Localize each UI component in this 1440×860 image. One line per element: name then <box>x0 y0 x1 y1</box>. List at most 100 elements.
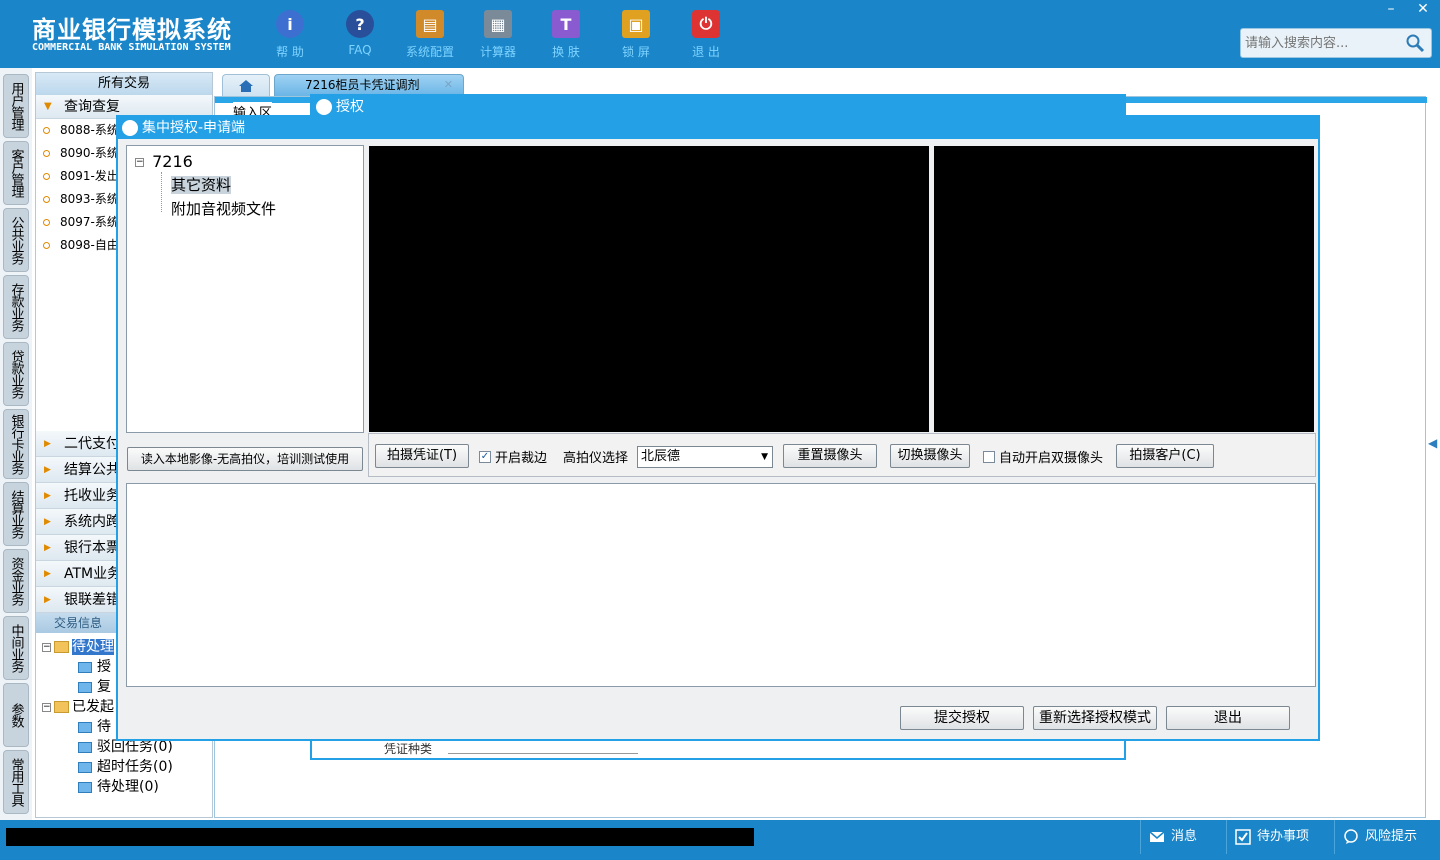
central-authorization-modal: 集中授权-申请端 − 7216 其它资料 附加音视频文件 读入本地影像-无高拍仪… <box>116 115 1320 741</box>
scanner-select[interactable]: 北辰德 ▼ <box>637 446 773 468</box>
circle-icon <box>43 127 50 134</box>
app-title: 商业银行模拟系统 <box>32 16 232 44</box>
all-transactions-header[interactable]: 所有交易 <box>36 73 212 95</box>
info-icon: i <box>276 10 304 38</box>
minimize-button[interactable]: – <box>1376 0 1406 20</box>
tree-item-other-materials[interactable]: 其它资料 <box>171 174 232 195</box>
exit-modal-button[interactable]: 退出 <box>1166 706 1290 730</box>
status-bar: 消息 待办事项 风险提示 <box>0 820 1440 860</box>
folder-icon <box>54 641 69 653</box>
document-tree: − 7216 其它资料 附加音视频文件 <box>126 145 364 433</box>
task-icon <box>78 721 92 733</box>
reselect-mode-button[interactable]: 重新选择授权模式 <box>1033 706 1157 730</box>
tree-item[interactable]: 超时任务(0) <box>42 757 212 777</box>
chevron-down-icon: ▼ <box>761 452 768 462</box>
vtab-loan[interactable]: 贷款业务 <box>3 342 29 406</box>
vtab-settlement[interactable]: 结算业务 <box>3 482 29 546</box>
modal-title: 集中授权-申请端 <box>118 117 1318 139</box>
close-window-button[interactable]: ✕ <box>1408 0 1438 20</box>
toolbox-icon: ▤ <box>416 10 444 38</box>
chevron-right-icon: ▶ <box>44 517 51 527</box>
camera-preview-secondary <box>934 146 1314 432</box>
system-config-button[interactable]: ▤ 系统配置 <box>400 6 460 64</box>
vtab-parameters[interactable]: 参数 <box>3 683 29 747</box>
power-icon: ⏻ <box>692 10 720 38</box>
chevron-right-icon: ▶ <box>44 465 51 475</box>
tab-home[interactable] <box>222 74 270 96</box>
exit-button[interactable]: ⏻ 退 出 <box>676 6 736 64</box>
vertical-tab-bar: 用户管理 客户管理 公共业务 存款业务 贷款业务 银行卡业务 结算业务 资金业务… <box>0 68 32 820</box>
app-icon <box>316 99 332 115</box>
tree-root[interactable]: − 7216 <box>135 152 193 171</box>
chevron-down-icon: ▼ <box>44 101 52 112</box>
load-local-image-button[interactable]: 读入本地影像-无高拍仪，培训测试使用 <box>127 447 363 471</box>
lock-icon: ▣ <box>622 10 650 38</box>
vtab-deposit[interactable]: 存款业务 <box>3 275 29 339</box>
submit-authorization-button[interactable]: 提交授权 <box>900 706 1024 730</box>
circle-icon <box>43 219 50 226</box>
task-icon <box>78 741 92 753</box>
chat-bubble-icon <box>1344 829 1358 844</box>
search-box <box>1240 28 1432 58</box>
question-icon: ? <box>346 10 374 38</box>
todo-button[interactable]: 待办事项 <box>1226 820 1326 854</box>
vtab-bank-card[interactable]: 银行卡业务 <box>3 409 29 479</box>
vtab-customer-management[interactable]: 客户管理 <box>3 141 29 205</box>
mail-icon <box>1149 831 1165 842</box>
voucher-type-select[interactable] <box>448 740 638 754</box>
chevron-right-icon: ▶ <box>44 569 51 579</box>
task-icon <box>78 681 92 693</box>
collapse-icon[interactable]: − <box>42 642 51 652</box>
home-icon <box>239 80 253 92</box>
search-icon[interactable] <box>1405 33 1425 53</box>
task-icon <box>78 661 92 673</box>
chevron-right-icon: ▶ <box>44 439 51 449</box>
task-icon <box>78 781 92 793</box>
skin-button[interactable]: T 换 肤 <box>536 6 596 64</box>
folder-icon <box>54 701 69 713</box>
chevron-right-icon: ▶ <box>44 595 51 605</box>
checkbox-icon <box>1235 829 1251 845</box>
circle-icon <box>43 242 50 249</box>
messages-button[interactable]: 消息 <box>1140 820 1230 854</box>
tree-item-av-files[interactable]: 附加音视频文件 <box>171 198 276 219</box>
risk-alert-button[interactable]: 风险提示 <box>1334 820 1434 854</box>
vtab-intermediary[interactable]: 中间业务 <box>3 616 29 680</box>
auto-dual-camera-label: 自动开启双摄像头 <box>999 451 1104 466</box>
tab-7216[interactable]: 7216柜员卡凭证调剂 ✕ <box>274 74 464 96</box>
collapse-icon[interactable]: − <box>135 158 144 167</box>
auto-dual-camera-checkbox[interactable] <box>983 451 995 463</box>
auto-crop-label: 开启裁边 <box>495 451 548 466</box>
vtab-treasury[interactable]: 资金业务 <box>3 549 29 613</box>
shirt-icon: T <box>552 10 580 38</box>
close-icon[interactable]: ✕ <box>444 75 453 95</box>
vtab-common-tools[interactable]: 常用工具 <box>3 750 29 814</box>
scanner-label: 高拍仪选择 <box>563 451 629 466</box>
vtab-public-business[interactable]: 公共业务 <box>3 208 29 272</box>
reset-camera-button[interactable]: 重置摄像头 <box>783 444 877 468</box>
search-input[interactable] <box>1241 29 1401 57</box>
switch-camera-button[interactable]: 切换摄像头 <box>890 444 970 468</box>
lock-screen-button[interactable]: ▣ 锁 屏 <box>606 6 666 64</box>
app-header: 商业银行模拟系统 COMMERCIAL BANK SIMULATION SYST… <box>0 0 1440 68</box>
calculator-icon: ▦ <box>484 10 512 38</box>
camera-control-bar: 拍摄凭证(T) ✓ 开启裁边 高拍仪选择 北辰德 ▼ 重置摄像头 切换摄像头 自… <box>368 433 1316 477</box>
circle-icon <box>43 173 50 180</box>
tree-item[interactable]: 待处理(0) <box>42 777 212 797</box>
auto-crop-checkbox[interactable]: ✓ <box>479 451 491 463</box>
vtab-user-management[interactable]: 用户管理 <box>3 74 29 138</box>
collapse-arrow-icon[interactable]: ◀ <box>1428 436 1437 450</box>
circle-icon <box>43 150 50 157</box>
voucher-type-row: 凭证种类 <box>324 740 1114 756</box>
calculator-button[interactable]: ▦ 计算器 <box>468 6 528 64</box>
capture-customer-button[interactable]: 拍摄客户(C) <box>1116 444 1214 468</box>
app-icon <box>122 120 138 136</box>
collapse-icon[interactable]: − <box>42 702 51 712</box>
faq-button[interactable]: ? FAQ <box>330 6 390 64</box>
help-button[interactable]: i 帮 助 <box>260 6 320 64</box>
capture-voucher-button[interactable]: 拍摄凭证(T) <box>375 444 469 468</box>
circle-icon <box>43 196 50 203</box>
status-message-area <box>6 828 754 846</box>
task-icon <box>78 761 92 773</box>
camera-preview-main <box>369 146 929 432</box>
